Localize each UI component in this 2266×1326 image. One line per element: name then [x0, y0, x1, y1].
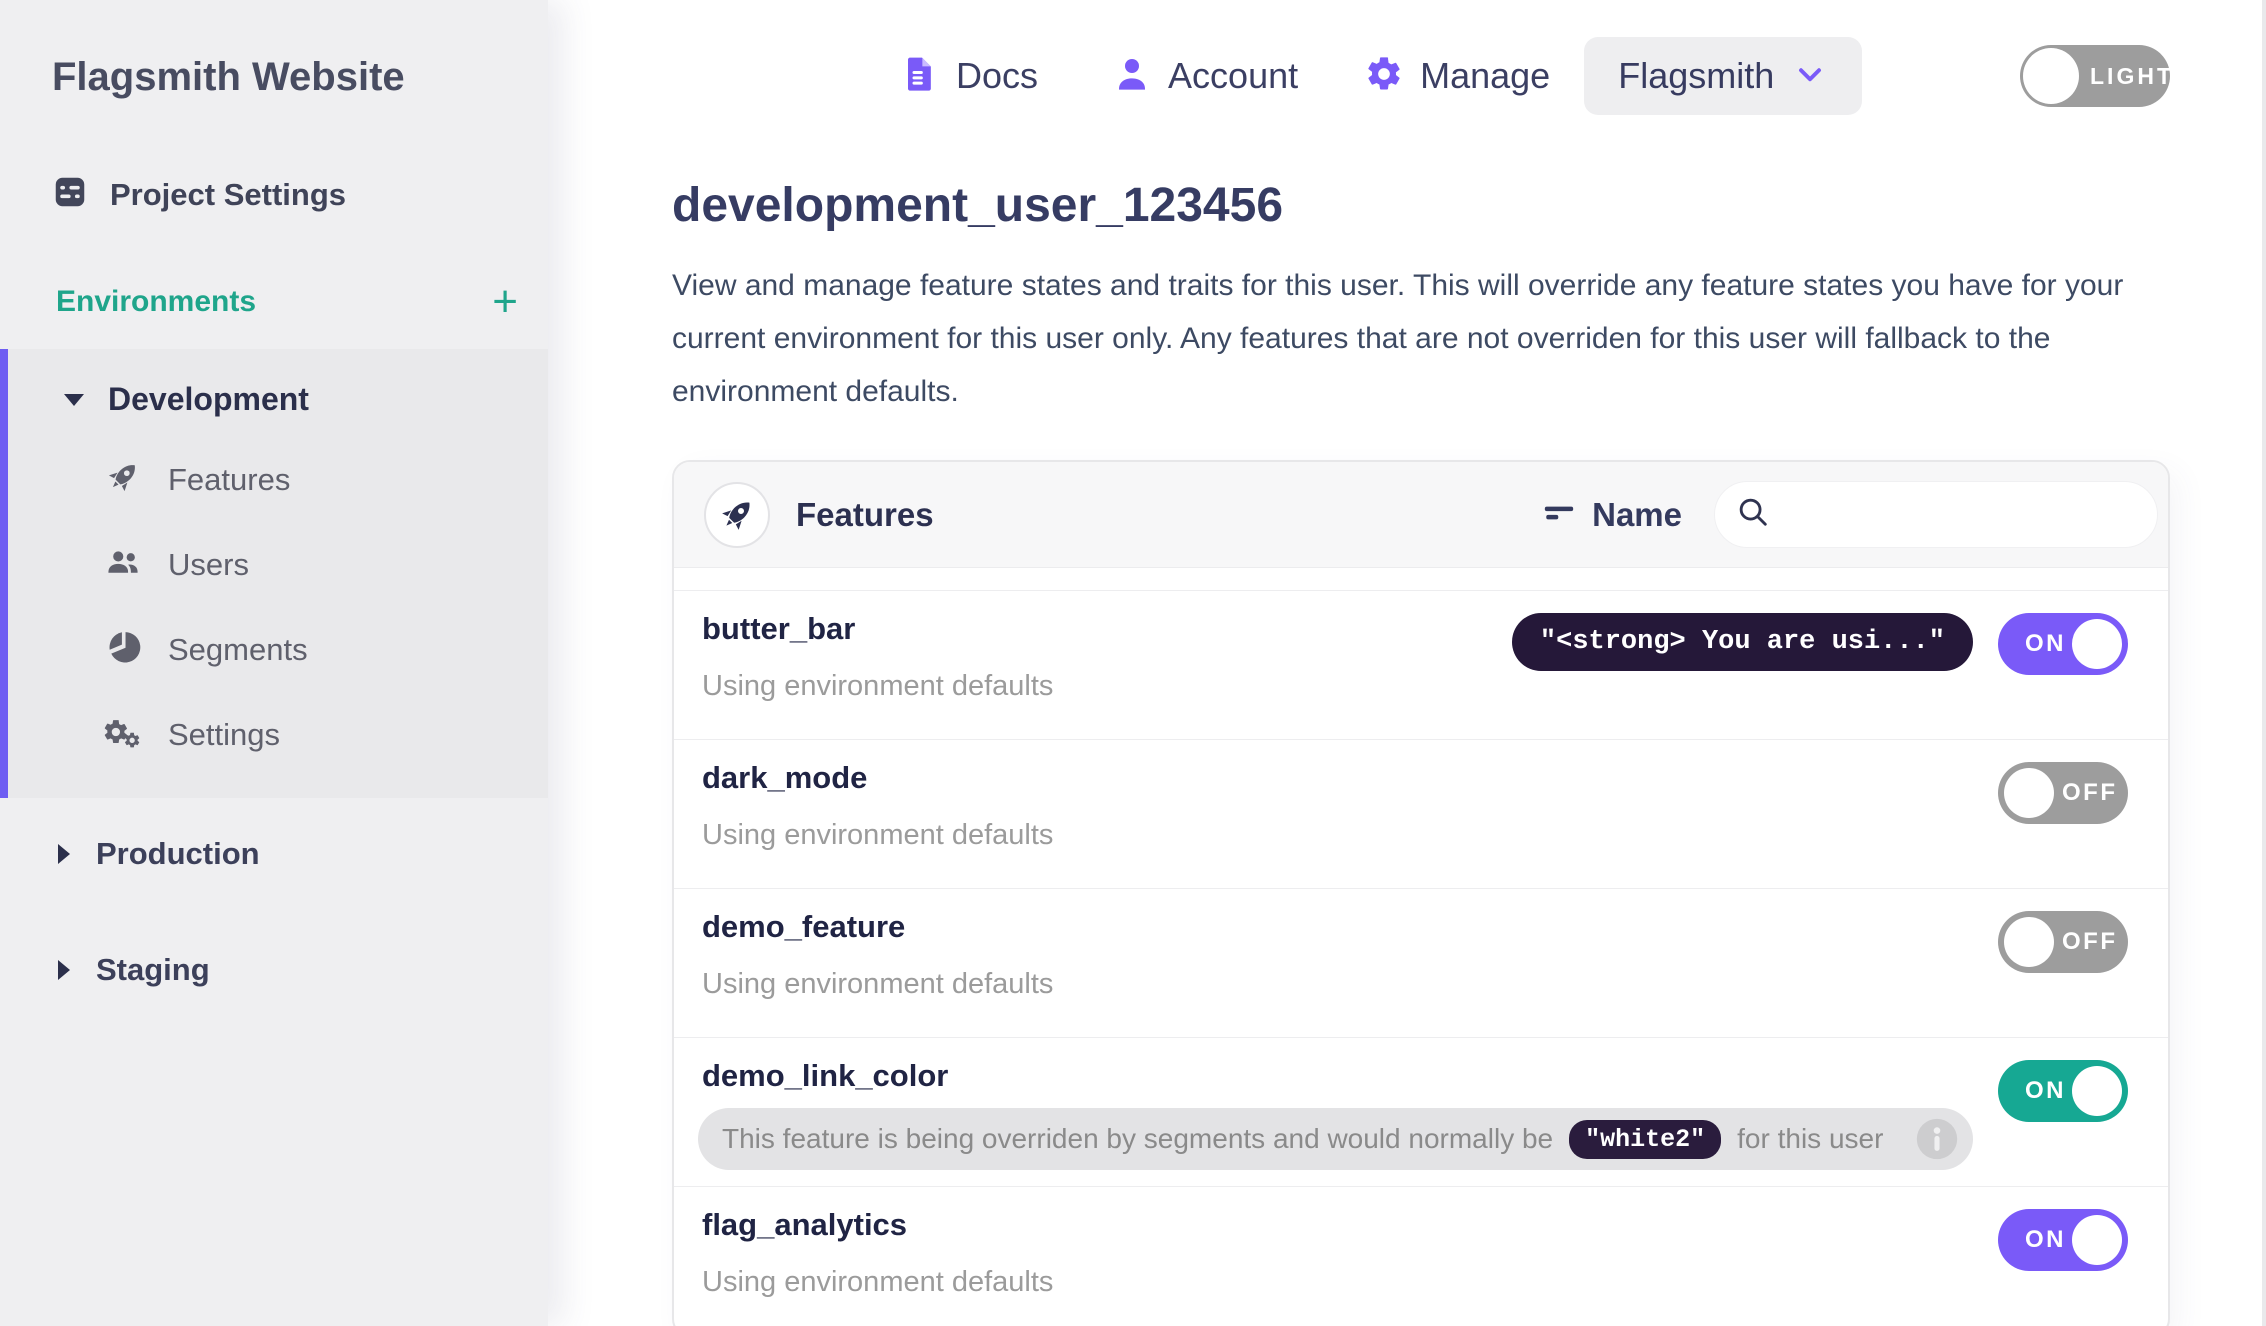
override-note: This feature is being overriden by segme…: [722, 1123, 1554, 1154]
sidebar-item-environment-staging[interactable]: Staging: [0, 936, 548, 1004]
project-settings-label: Project Settings: [110, 176, 346, 212]
app-window: Flagsmith Website Project Settings Envir…: [0, 0, 2266, 1326]
feature-name[interactable]: demo_feature: [702, 909, 2168, 945]
feature-name[interactable]: dark_mode: [702, 760, 2168, 796]
feature-toggle-demo-feature[interactable]: OFF: [1998, 911, 2128, 973]
feature-toggle-demo-link-color[interactable]: ON: [1998, 1060, 2128, 1122]
environment-development-section: Development Features Users Segments Sett…: [0, 349, 548, 798]
nav-account-label: Account: [1168, 55, 1299, 96]
add-environment-button[interactable]: +: [492, 280, 518, 324]
toggle-knob: [2072, 1066, 2122, 1116]
document-icon: [900, 54, 940, 99]
toggle-state-label: ON: [2025, 630, 2066, 657]
environments-header: Environments +: [56, 280, 518, 324]
sliders-icon: [52, 174, 88, 215]
feature-rows: butter_bar Using environment defaults "<…: [674, 568, 2168, 1326]
sort-label: Name: [1592, 495, 1682, 533]
feature-description: Using environment defaults: [702, 968, 1054, 1000]
rocket-icon: [704, 481, 770, 548]
info-icon[interactable]: [1915, 1117, 1959, 1161]
chevron-down-icon: [1792, 56, 1828, 97]
feature-value-text: "<strong> You are usi...": [1539, 627, 1945, 657]
features-panel-title: Features: [796, 495, 934, 533]
top-navigation: Docs Account Manage Flagsmith LIGHT: [672, 36, 2171, 116]
main-content: Docs Account Manage Flagsmith LIGHT deve…: [548, 0, 2266, 1326]
feature-description: Using environment defaults: [702, 1266, 1054, 1298]
nav-docs-label: Docs: [956, 55, 1039, 96]
project-title: Flagsmith Website: [52, 55, 405, 99]
sidebar-item-settings[interactable]: Settings: [8, 699, 548, 770]
feature-row-dark-mode: dark_mode Using environment defaults OFF: [674, 739, 2168, 888]
organisation-selector[interactable]: Flagsmith: [1584, 37, 1863, 115]
sidebar-item-segments[interactable]: Segments: [8, 614, 548, 685]
feature-toggle-flag-analytics[interactable]: ON: [1998, 1209, 2128, 1271]
scrollbar-track[interactable]: [2262, 0, 2266, 1326]
sidebar-item-environment-development[interactable]: Development: [8, 369, 548, 430]
feature-name[interactable]: flag_analytics: [702, 1207, 2168, 1243]
sort-by-name[interactable]: Name: [1542, 495, 1682, 534]
environment-name: Production: [96, 836, 260, 871]
search-icon: [1735, 494, 1771, 535]
feature-description: Using environment defaults: [702, 819, 1054, 851]
nav-account[interactable]: Account: [1112, 54, 1298, 99]
feature-row-demo-feature: demo_feature Using environment defaults …: [674, 888, 2168, 1037]
toggle-knob: [2004, 768, 2054, 818]
rocket-icon: [104, 458, 142, 501]
sidebar: Flagsmith Website Project Settings Envir…: [0, 0, 548, 1326]
sidebar-item-label: Segments: [168, 631, 308, 667]
gear-icon: [1364, 54, 1404, 99]
search-input[interactable]: [1785, 498, 2162, 531]
feature-search: [1714, 481, 2162, 548]
users-icon: [104, 543, 142, 586]
override-value-text: "white2": [1585, 1124, 1706, 1154]
toggle-state-label: ON: [2025, 1077, 2066, 1104]
override-note-suffix: for this user: [1737, 1123, 1884, 1154]
sidebar-item-environment-production[interactable]: Production: [0, 820, 548, 888]
caret-right-icon: [58, 844, 70, 864]
theme-toggle[interactable]: LIGHT: [2020, 45, 2171, 107]
person-icon: [1112, 54, 1152, 99]
page-description: View and manage feature states and trait…: [672, 269, 2124, 408]
feature-name[interactable]: demo_link_color: [702, 1058, 2168, 1094]
caret-right-icon: [58, 960, 70, 980]
page-title: development_user_123456: [672, 179, 1284, 232]
toggle-state-label: OFF: [2062, 928, 2118, 955]
sidebar-item-label: Users: [168, 546, 249, 582]
feature-value-badge: "<strong> You are usi...": [1511, 613, 1973, 671]
environment-name: Development: [108, 381, 309, 417]
features-panel: Features Name butter_bar Using environme…: [672, 460, 2170, 1326]
sidebar-item-label: Settings: [168, 716, 281, 752]
toggle-state-label: ON: [2025, 1226, 2066, 1253]
sidebar-item-users[interactable]: Users: [8, 529, 548, 600]
feature-toggle-butter-bar[interactable]: ON: [1998, 613, 2128, 675]
environments-label: Environments: [56, 285, 257, 318]
toggle-knob: [2023, 48, 2079, 104]
nav-manage-label: Manage: [1420, 55, 1551, 96]
theme-toggle-label: LIGHT: [2090, 62, 2174, 89]
features-panel-header: Features Name: [674, 462, 2168, 568]
feature-description: Using environment defaults: [702, 670, 1054, 702]
nav-manage[interactable]: Manage: [1364, 54, 1550, 99]
sidebar-item-project-settings[interactable]: Project Settings: [52, 174, 548, 215]
toggle-knob: [2072, 619, 2122, 669]
toggle-knob: [2004, 917, 2054, 967]
sidebar-item-features[interactable]: Features: [8, 444, 548, 515]
nav-docs[interactable]: Docs: [900, 54, 1038, 99]
override-value-badge: "white2": [1569, 1119, 1722, 1159]
feature-toggle-dark-mode[interactable]: OFF: [1998, 762, 2128, 824]
organisation-selector-label: Flagsmith: [1618, 55, 1775, 96]
sidebar-item-label: Features: [168, 461, 291, 497]
pie-chart-icon: [104, 628, 142, 671]
gears-icon: [104, 713, 142, 756]
caret-down-icon: [64, 393, 84, 406]
toggle-knob: [2072, 1215, 2122, 1265]
feature-row-flag-analytics: flag_analytics Using environment default…: [674, 1186, 2168, 1326]
feature-row-demo-link-color: demo_link_color This feature is being ov…: [674, 1037, 2168, 1186]
feature-row-butter-bar: butter_bar Using environment defaults "<…: [674, 590, 2168, 739]
filter-icon: [1542, 495, 1576, 534]
toggle-state-label: OFF: [2062, 779, 2118, 806]
environment-name: Staging: [96, 952, 210, 987]
segment-override-banner: This feature is being overriden by segme…: [698, 1108, 1974, 1170]
